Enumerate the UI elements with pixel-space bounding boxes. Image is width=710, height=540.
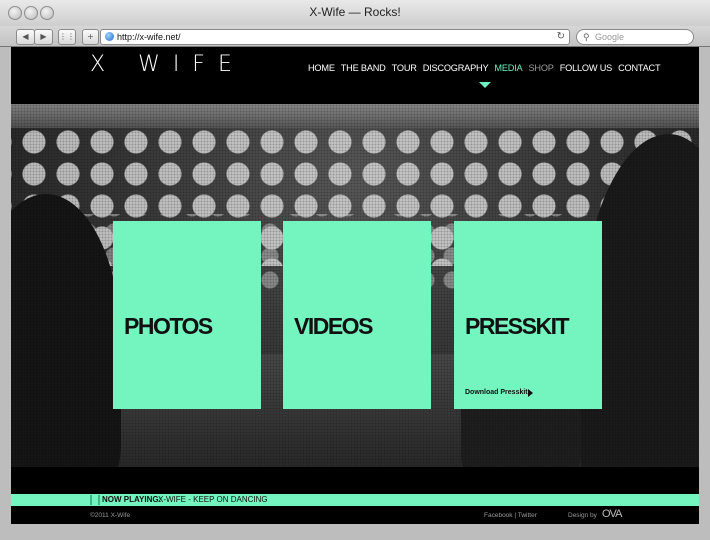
designer-logo[interactable]: OVA [602,508,622,520]
now-playing-song: X-WIFE - KEEP ON DANCING [158,495,268,504]
browser-toolbar: ◀ ▶ ⋮⋮ + http://x-wife.net/ ↻ ⚲ Google [0,26,710,47]
social-links[interactable]: Facebook | Twitter [484,512,537,519]
reload-icon[interactable]: ↻ [557,30,565,44]
site-logo[interactable]: X WIFE [90,52,245,77]
address-bar[interactable]: http://x-wife.net/ ↻ [100,29,570,45]
forward-button[interactable]: ▶ [34,29,53,45]
videos-label: VIDEOS [294,313,373,339]
now-playing-bar: NOW PLAYING: X-WIFE - KEEP ON DANCING [11,494,699,506]
window-title: X-Wife — Rocks! [309,5,401,19]
window-bottom [0,524,710,540]
design-by-label: Design by [568,512,597,519]
url-text: http://x-wife.net/ [117,32,181,42]
nav-tour[interactable]: TOUR [392,63,417,73]
back-button[interactable]: ◀ [16,29,35,45]
play-arrow-icon [528,389,533,397]
nav-home[interactable]: HOME [308,63,335,73]
photos-label: PHOTOS [124,313,213,339]
search-icon: ⚲ [583,32,590,42]
copyright: ©2011 X-Wife [90,512,131,519]
videos-tile[interactable]: VIDEOS [283,221,431,409]
add-bookmark-button[interactable]: + [82,29,99,45]
website-content: X WIFE HOME THE BAND TOUR DISCOGRAPHY ME… [11,47,699,524]
title-bar: X-Wife — Rocks! [0,0,710,27]
presskit-tile[interactable]: PRESSKIT Download Presskit [454,221,602,409]
nav-shop[interactable]: SHOP [529,63,554,73]
pause-icon[interactable] [90,495,100,505]
nav-follow-us[interactable]: FOLLOW US [560,63,613,73]
main-nav: HOME THE BAND TOUR DISCOGRAPHY MEDIA SHO… [308,63,661,73]
search-field[interactable]: ⚲ Google [576,29,694,45]
nav-discography[interactable]: DISCOGRAPHY [423,63,489,73]
nav-the-band[interactable]: THE BAND [341,63,386,73]
bookmarks-grid-icon[interactable]: ⋮⋮ [58,29,76,45]
search-placeholder: Google [595,32,625,42]
presskit-label: PRESSKIT [465,313,570,339]
nav-media[interactable]: MEDIA [494,63,522,73]
active-nav-indicator-icon [479,82,491,88]
site-footer: ©2011 X-Wife Facebook | Twitter Design b… [11,506,699,524]
now-playing-label: NOW PLAYING: [102,495,162,504]
nav-contact[interactable]: CONTACT [618,63,661,73]
globe-icon [105,32,114,41]
download-presskit-link[interactable]: Download Presskit [465,389,528,396]
photos-tile[interactable]: PHOTOS [113,221,261,409]
browser-window: X-Wife — Rocks! ◀ ▶ ⋮⋮ + http://x-wife.n… [0,0,710,540]
